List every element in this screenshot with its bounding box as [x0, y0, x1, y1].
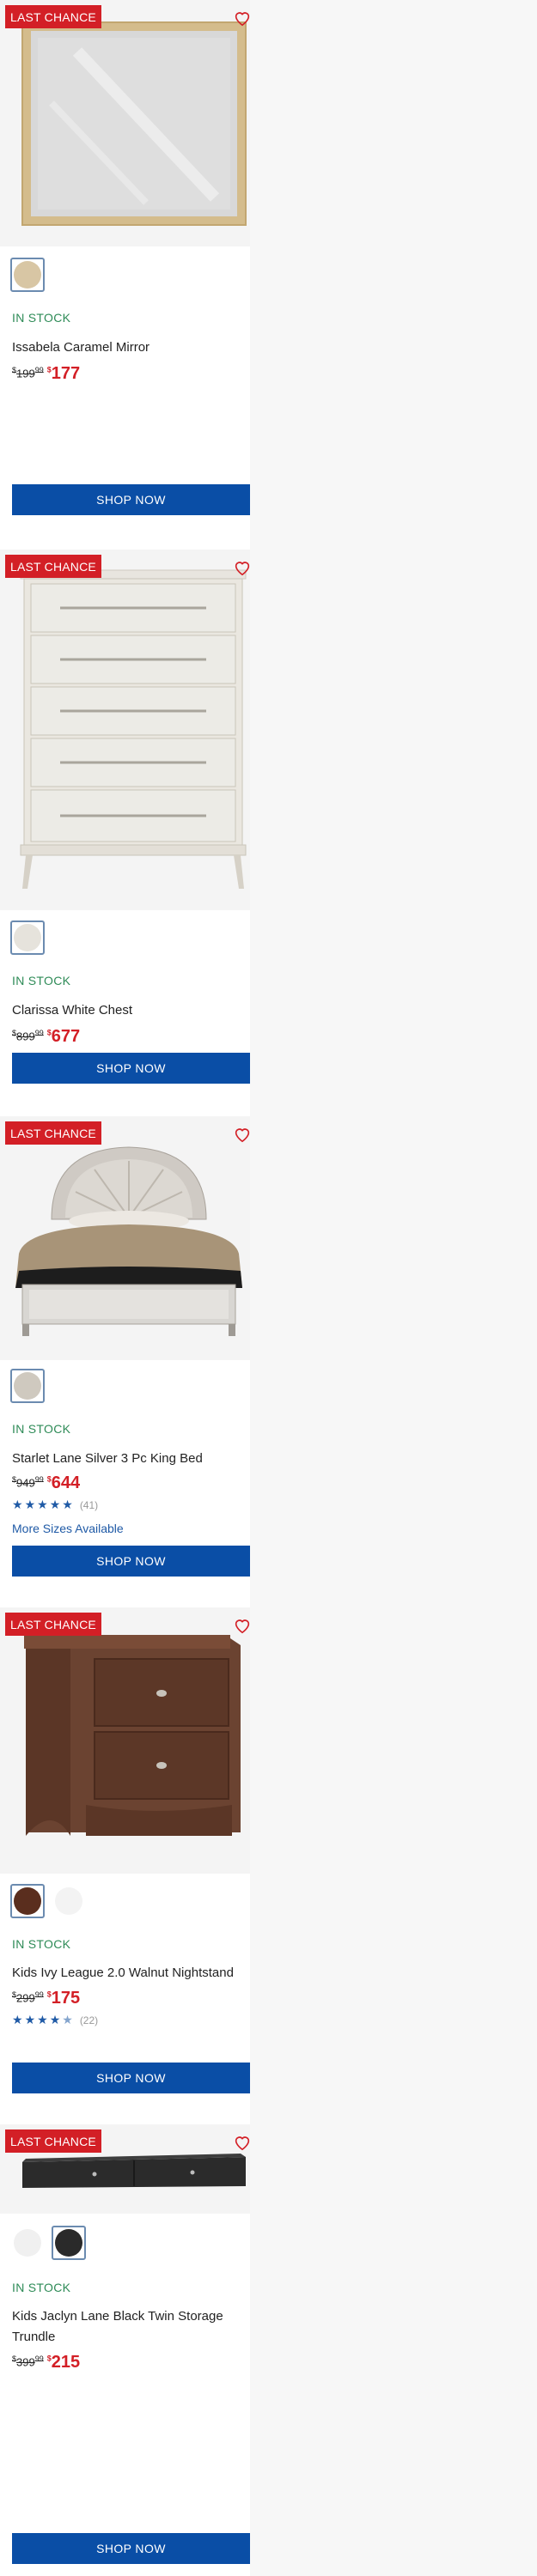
sale-price: $215	[46, 2353, 81, 2372]
price: $39999 $215	[12, 2353, 80, 2372]
heart-icon[interactable]	[233, 1616, 250, 1635]
heart-icon[interactable]	[233, 558, 250, 577]
swatch-white[interactable]	[52, 1884, 86, 1918]
star-icon: ★	[24, 1498, 36, 1511]
more-sizes-link[interactable]: More Sizes Available	[12, 1522, 124, 1535]
product-card[interactable]: LAST CHANCE IN STOCK Issabela Caramel Mi…	[0, 0, 250, 550]
color-swatches	[10, 258, 45, 292]
nightstand-illustration	[0, 1607, 250, 1874]
product-name[interactable]: Kids Ivy League 2.0 Walnut Nightstand	[12, 1963, 248, 1984]
swatch-caramel[interactable]	[10, 258, 45, 292]
sale-price: $177	[46, 364, 81, 383]
swatch-white[interactable]	[10, 2226, 45, 2260]
rating-count: (41)	[79, 1498, 99, 1511]
product-image[interactable]: LAST CHANCE	[0, 0, 250, 246]
original-price: $29999	[12, 1990, 44, 2005]
half-star-icon: ★	[62, 2013, 73, 2026]
product-name[interactable]: Issabela Caramel Mirror	[12, 337, 248, 358]
star-icon: ★	[62, 1498, 73, 1511]
swatch-silver[interactable]	[10, 1369, 45, 1403]
product-name[interactable]: Starlet Lane Silver 3 Pc King Bed	[12, 1449, 248, 1469]
last-chance-badge: LAST CHANCE	[5, 2129, 101, 2153]
product-card[interactable]: LAST CHANCE IN STOCK Kids Jaclyn Lane Bl…	[0, 2124, 250, 2576]
star-icon: ★	[12, 2013, 23, 2026]
product-list: LAST CHANCE IN STOCK Issabela Caramel Mi…	[0, 0, 250, 2576]
star-rating[interactable]: ★ ★ ★ ★ ★ (22)	[12, 2013, 98, 2027]
original-price: $39999	[12, 2354, 44, 2369]
shop-now-button[interactable]: SHOP NOW	[12, 1053, 250, 1084]
original-price: $94999	[12, 1475, 44, 1490]
stock-status: IN STOCK	[12, 2281, 71, 2294]
mirror-illustration	[0, 0, 250, 246]
last-chance-badge: LAST CHANCE	[5, 1613, 101, 1636]
color-swatches	[10, 920, 45, 955]
original-price: $19999	[12, 366, 44, 380]
product-name[interactable]: Clarissa White Chest	[12, 1000, 248, 1021]
product-card[interactable]: LAST CHANCE IN STOCK Starlet Lane Silver…	[0, 1116, 250, 1607]
sale-price: $175	[46, 1989, 81, 2008]
product-image[interactable]: LAST CHANCE	[0, 550, 250, 910]
product-card[interactable]: LAST CHANCE IN STOCK Clarissa White Ches…	[0, 550, 250, 1116]
star-icon: ★	[49, 1498, 61, 1511]
swatch-white[interactable]	[10, 920, 45, 955]
heart-icon[interactable]	[233, 1125, 250, 1144]
star-icon: ★	[49, 2013, 61, 2026]
bed-illustration	[0, 1116, 250, 1360]
star-icon: ★	[37, 2013, 48, 2026]
swatch-walnut[interactable]	[10, 1884, 45, 1918]
stock-status: IN STOCK	[12, 311, 71, 325]
product-image[interactable]: LAST CHANCE	[0, 1116, 250, 1360]
sale-price: $644	[46, 1473, 81, 1492]
star-rating[interactable]: ★ ★ ★ ★ ★ (41)	[12, 1498, 98, 1512]
last-chance-badge: LAST CHANCE	[5, 555, 101, 578]
price: $89999 $677	[12, 1027, 80, 1047]
stock-status: IN STOCK	[12, 1937, 71, 1951]
shop-now-button[interactable]: SHOP NOW	[12, 1546, 250, 1577]
color-swatches	[10, 1369, 45, 1403]
heart-icon[interactable]	[233, 2133, 250, 2152]
product-image[interactable]: LAST CHANCE	[0, 2124, 250, 2214]
price: $19999 $177	[12, 364, 80, 384]
price: $94999 $644	[12, 1473, 80, 1493]
shop-now-button[interactable]: SHOP NOW	[12, 484, 250, 515]
page-background	[250, 0, 537, 2576]
last-chance-badge: LAST CHANCE	[5, 5, 101, 28]
original-price: $89999	[12, 1029, 44, 1043]
swatch-black[interactable]	[52, 2226, 86, 2260]
star-icon: ★	[37, 1498, 48, 1511]
shop-now-button[interactable]: SHOP NOW	[12, 2063, 250, 2093]
product-image[interactable]: LAST CHANCE	[0, 1607, 250, 1874]
price: $29999 $175	[12, 1989, 80, 2008]
color-swatches	[10, 2226, 86, 2260]
star-icon: ★	[12, 1498, 23, 1511]
rating-count: (22)	[79, 2014, 99, 2026]
last-chance-badge: LAST CHANCE	[5, 1121, 101, 1145]
heart-icon[interactable]	[233, 9, 250, 27]
sale-price: $677	[46, 1027, 81, 1046]
product-name[interactable]: Kids Jaclyn Lane Black Twin Storage Trun…	[12, 2306, 248, 2348]
shop-now-button[interactable]: SHOP NOW	[12, 2533, 250, 2564]
color-swatches	[10, 1884, 86, 1918]
stock-status: IN STOCK	[12, 1422, 71, 1436]
star-icon: ★	[24, 2013, 36, 2026]
chest-illustration	[0, 550, 250, 910]
stock-status: IN STOCK	[12, 974, 71, 987]
product-card[interactable]: LAST CHANCE IN STOCK Kids Ivy League 2.0…	[0, 1607, 250, 2124]
